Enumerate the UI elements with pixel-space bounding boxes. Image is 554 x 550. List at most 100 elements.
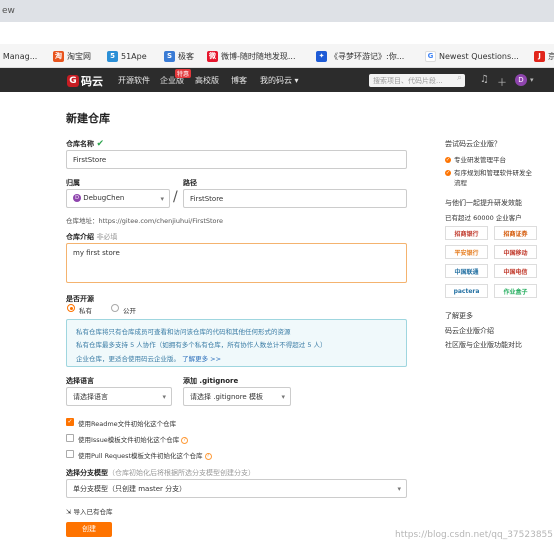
sidebar-try-title: 尝试码云企业版？ [445,140,501,148]
branch-hint: （仓库初始化后将根据所选分支模型创建分支） [108,469,255,477]
path-label: 路径 [183,179,197,187]
help-icon[interactable]: ? [181,436,189,444]
info-line: 私有仓库将只有仓库成员可查看和访问该仓库的代码和其他任何形式的资源 [76,328,291,336]
chevron-down-icon[interactable]: ▾ [530,76,534,84]
watermark: https://blog.csdn.net/qq_37523855 [395,530,554,540]
plus-icon[interactable]: ＋ [497,74,507,89]
readme-checkbox[interactable]: ✓ [66,418,74,426]
game-icon: ✦ [316,50,327,62]
owner-select[interactable]: D DebugChen ▾ [66,189,170,208]
51ape-icon: 5 [107,50,118,62]
repo-name-input[interactable]: FirstStore [66,150,407,169]
bookmark-label: Newest Questions... [439,51,519,61]
sidebar-together-title: 与他们一起提升研发效能 [445,199,522,207]
customer-logo: 平安银行 [445,245,488,259]
customer-logo: 招商银行 [445,226,488,240]
language-select[interactable]: 请选择语言 ▾ [66,387,172,406]
public-radio[interactable] [111,304,119,312]
gitee-logo-icon: G [67,75,79,87]
nav-open-source[interactable]: 开源软件 [118,75,150,86]
taobao-icon: 淘 [53,50,64,62]
bookmark-item[interactable]: J 京 [534,49,554,63]
gitignore-value: 请选择 .gitignore 模板 [190,393,263,401]
issue-label-text: 使用Issue模板文件初始化这个仓库 [78,436,180,444]
bookmark-item[interactable]: G Newest Questions... [425,49,519,63]
customer-logo: 中国电信 [494,264,537,278]
jd-icon: J [534,50,545,62]
bookmark-label: 《寻梦环游记》:你... [330,51,405,61]
bookmark-item[interactable]: 淘 淘宝网 [53,49,91,63]
description-label-text: 仓库介绍 [66,233,94,241]
gitignore-select[interactable]: 请选择 .gitignore 模板 ▾ [183,387,291,406]
gitignore-label: 添加 .gitignore [183,377,239,385]
import-repo-link[interactable]: ⇲ 导入已有仓库 [66,506,113,516]
bookmark-item[interactable]: 5 51Ape [107,49,147,63]
promo-badge: 特惠 [175,69,192,78]
repo-name-label-text: 仓库名称 [66,140,94,148]
jike-icon: S [164,50,175,62]
owner-value: DebugChen [83,194,125,202]
path-input[interactable]: FirstStore [183,189,407,208]
customer-logo: pactera [445,284,488,298]
bookmark-label: 京 [548,51,554,61]
logo-text: 码云 [81,75,103,88]
repo-address: 仓库地址：https://gitee.com/chenjiuhui/FirstS… [66,217,224,225]
chevron-down-icon: ▾ [397,485,401,493]
pr-checkbox[interactable] [66,450,74,458]
private-info-box: 私有仓库将只有仓库成员可查看和访问该仓库的代码和其他任何形式的资源 私有仓库最多… [66,319,407,367]
sidebar-bullet: ✓ 专业研发管理平台 [445,154,506,164]
check-circle-icon: ✓ [445,157,451,163]
private-radio[interactable] [67,304,75,312]
optional-hint: 非必填 [96,233,118,241]
avatar[interactable]: D [515,74,527,86]
sidebar-bullet: ✓ 有序规划和管理软件研发全 [445,167,532,177]
bookmark-label: 微博-随时随地发现... [221,51,296,61]
search-input[interactable]: 搜索项目、代码片段... [369,74,465,87]
weibo-icon: 微 [207,50,218,62]
chevron-down-icon: ▾ [160,195,164,203]
repo-name-label: 仓库名称 ✔ [66,139,104,149]
bookmark-item[interactable]: ✦ 《寻梦环游记》:你... [316,49,404,63]
public-label[interactable]: 公开 [123,305,136,315]
bookmark-item[interactable]: S 极客 [164,49,194,63]
bell-icon[interactable]: ♫ [480,74,489,85]
page-title: 新建仓库 [66,112,110,125]
sidebar-link-compare[interactable]: 社区版与企业版功能对比 [445,340,522,350]
create-button[interactable]: 创建 [66,522,112,537]
nav-my-gitee[interactable]: 我的码云 ▾ [260,75,299,86]
sidebar-bullet-text: 专业研发管理平台 [454,156,506,164]
pr-label[interactable]: 使用Pull Request模板文件初始化这个仓库? [78,450,212,460]
branch-model-value: 单分支模型（只创建 master 分支） [73,485,187,493]
learn-more-link[interactable]: 了解更多 >> [182,355,221,363]
bookmark-item[interactable]: 微 微博-随时随地发现... [207,49,296,63]
avatar: D [73,194,81,202]
branch-model-select[interactable]: 单分支模型（只创建 master 分支） ▾ [66,479,407,498]
check-circle-icon: ✓ [445,170,451,176]
check-icon: ✔ [96,139,104,149]
description-label: 仓库介绍 非必填 [66,232,117,242]
info-line: 企业仓库，更适合使用码云企业版。 了解更多 >> [76,353,221,363]
customer-logo: 中国移动 [494,245,537,259]
bookmark-label: 51Ape [121,51,147,61]
nav-blog[interactable]: 博客 [231,75,247,86]
search-icon[interactable]: ⌕ [457,73,462,83]
import-repo-label: 导入已有仓库 [73,508,113,516]
issue-label[interactable]: 使用Issue模板文件初始化这个仓库? [78,434,189,444]
customer-logo: 作业盒子 [494,284,537,298]
gitee-logo[interactable]: G 码云 [67,73,103,89]
bookmark-item[interactable]: Q Manag... [0,49,37,63]
info-line: 私有仓库最多支持 5 人协作（如拥有多个私有仓库，所有协作人数总计不得超过 5 … [76,341,327,349]
path-separator: / [173,189,178,205]
description-textarea[interactable]: my first store [66,243,407,283]
browser-tab-text[interactable]: ew [2,6,15,16]
private-label[interactable]: 私有 [79,305,92,315]
branch-model-label-text: 选择分支模型 [66,469,108,477]
google-icon: G [425,50,436,62]
bookmark-label: Q Manag... [0,51,38,61]
readme-label[interactable]: 使用Readme文件初始化这个仓库 [78,418,176,428]
sidebar-link-enterprise-intro[interactable]: 码云企业版介绍 [445,326,494,336]
visibility-label: 是否开源 [66,295,94,303]
issue-checkbox[interactable] [66,434,74,442]
nav-university[interactable]: 高校版 [195,75,219,86]
help-icon[interactable]: ? [204,452,212,460]
